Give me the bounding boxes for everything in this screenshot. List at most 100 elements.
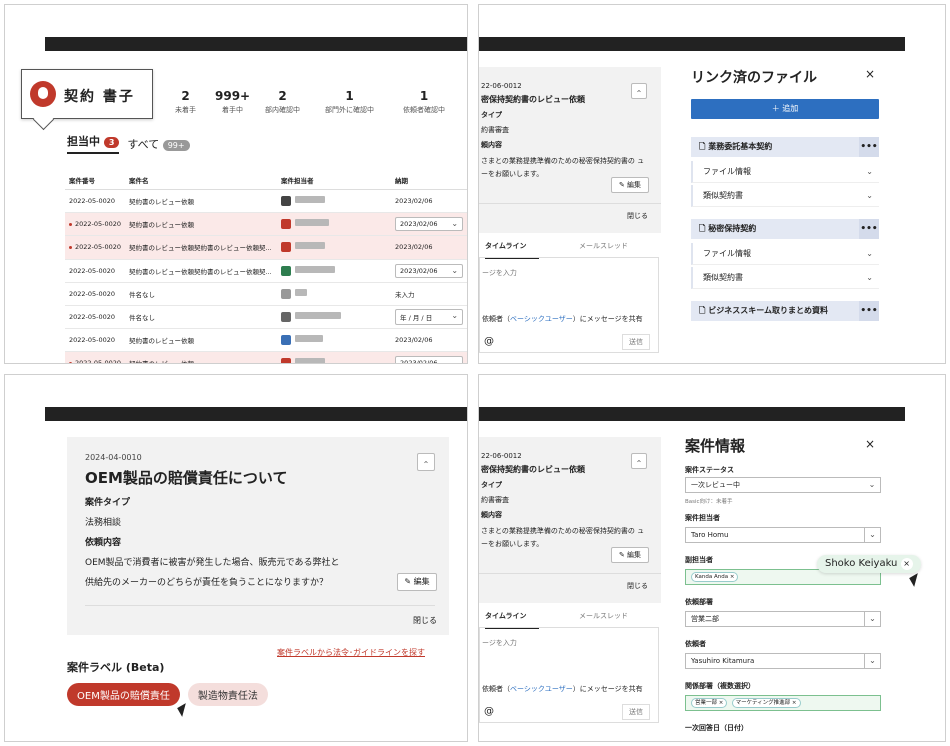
label-chip[interactable]: 製造物責任法 [187, 683, 268, 706]
dept-chip[interactable]: 営業一部 × [691, 698, 728, 708]
remove-icon[interactable]: × [719, 700, 724, 706]
dept-select[interactable]: 営業二部 ⌄ [685, 611, 881, 627]
due-date-picker[interactable]: 2023/02/06 ⌄ [395, 217, 464, 232]
more-menu-icon[interactable]: ••• [859, 301, 879, 321]
similar-contracts-item[interactable]: 類似契約書 ⌄ [691, 267, 879, 289]
stat-internal-review[interactable]: 2 部内確認中 [265, 89, 300, 115]
table-header: 案件番号 案件名 案件担当者 納期 [65, 171, 467, 190]
case-name-cell[interactable]: 契約書のレビュー依頼 [125, 212, 278, 237]
status-select[interactable]: 一次レビュー中 ⌄ [685, 477, 881, 493]
basic-user-link[interactable]: ベーシックユーザー [510, 685, 573, 693]
table-row[interactable]: 2022-05-0020 件名なし 未入力 [65, 282, 467, 306]
file-info-item[interactable]: ファイル情報 ⌄ [691, 161, 879, 183]
tab-mail-thread[interactable]: メールスレッド [579, 241, 628, 251]
add-file-button[interactable]: ＋ 追加 [691, 99, 879, 119]
requester-select[interactable]: Yasuhiro Kitamura ⌄ [685, 653, 881, 669]
dragging-user-chip[interactable]: Shoko Keiyaku × [817, 555, 921, 573]
case-name-cell[interactable]: 件名なし [125, 305, 278, 330]
assignee-cell[interactable] [277, 305, 392, 330]
related-dept-field[interactable]: 営業一部 × マーケティング推進部 × [685, 695, 881, 711]
table-row[interactable]: 2022-05-0020契約書のレビュー依頼 2023/02/06 ⌄ [65, 351, 467, 363]
file-group-header[interactable]: 🗋 ビジネススキーム取りまとめ資料 ••• [691, 301, 879, 321]
more-menu-icon[interactable]: ••• [859, 137, 879, 157]
mention-icon[interactable]: @ [484, 336, 494, 347]
due-cell[interactable]: 2023/02/06 ⌄ [391, 351, 467, 363]
send-button[interactable]: 送信 [622, 704, 650, 720]
due-date-picker[interactable]: 2023/02/06 ⌄ [395, 356, 464, 363]
collapse-button[interactable]: ⌃ [631, 453, 647, 469]
due-date-picker[interactable]: 年 / 月 / 日 ⌄ [395, 309, 464, 326]
tab-all[interactable]: すべて 99+ [127, 136, 190, 152]
stat-in-progress[interactable]: 999+ 着手中 [215, 89, 250, 115]
tab-mail-thread[interactable]: メールスレッド [579, 611, 628, 621]
message-input[interactable]: ージを入力 依頼者（ベーシックユーザー）にメッセージを共有 @ 送信 [479, 257, 659, 353]
table-row[interactable]: 2022-05-0020 契約書のレビュー依頼 2023/02/06 [65, 328, 467, 353]
send-button[interactable]: 送信 [622, 334, 650, 350]
assignee-cell[interactable] [277, 212, 392, 237]
owner-value: Taro Homu [691, 531, 729, 539]
collapse-button[interactable]: ⌃ [417, 453, 435, 471]
owner-select[interactable]: Taro Homu ⌄ [685, 527, 881, 543]
edit-button[interactable]: ✎ 編集 [611, 547, 649, 563]
tab-assigned[interactable]: 担当中 3 [67, 133, 120, 154]
close-link[interactable]: 閉じる [413, 615, 437, 626]
due-date-picker[interactable]: 2023/02/06 ⌄ [395, 263, 464, 278]
table-row[interactable]: 2022-05-0020 件名なし 年 / 月 / 日 ⌄ [65, 305, 467, 330]
stat-external-review[interactable]: 1 部門外に確認中 [325, 89, 374, 115]
case-name-cell[interactable]: 契約書のレビュー依頼 [125, 328, 278, 353]
linked-files-panel: 22-06-0012 密保持契約書のレビュー依頼 タイプ 約書審査 頼内容 さま… [478, 4, 946, 364]
due-cell[interactable]: 2023/02/06 ⌄ [391, 212, 467, 237]
column-header[interactable]: 案件担当者 [277, 171, 392, 190]
basic-user-link[interactable]: ベーシックユーザー [510, 315, 573, 323]
remove-icon[interactable]: × [730, 574, 735, 580]
case-id-cell: 2022-05-0020 [65, 305, 126, 330]
edit-button[interactable]: ✎ 編集 [397, 573, 437, 591]
stat-not-started[interactable]: 2 未着手 [175, 89, 196, 115]
assignee-cell[interactable] [277, 328, 392, 353]
stat-requester-review[interactable]: 1 依頼者確認中 [403, 89, 445, 115]
assignee-cell[interactable] [277, 235, 392, 260]
close-icon[interactable]: × [865, 67, 875, 81]
due-cell[interactable]: 2023/02/06 ⌄ [391, 259, 467, 283]
mention-icon[interactable]: @ [484, 706, 494, 717]
similar-contracts-item[interactable]: 類似契約書 ⌄ [691, 185, 879, 207]
assignee-cell[interactable] [277, 282, 392, 306]
column-header[interactable]: 納期 [391, 171, 467, 190]
case-name-cell[interactable]: 契約書のレビュー依頼契約書のレビュー依頼契... [125, 259, 278, 283]
guideline-search-link[interactable]: 案件ラベルから法令･ガイドラインを探す [277, 647, 425, 658]
column-header[interactable]: 案件名 [125, 171, 278, 190]
case-name-cell[interactable]: 契約書のレビュー依頼契約書のレビュー依頼契... [125, 235, 278, 260]
assignee-cell[interactable] [277, 259, 392, 283]
table-row[interactable]: 2022-05-0020契約書のレビュー依頼 2023/02/06 ⌄ [65, 212, 467, 237]
assignee-cell[interactable] [277, 189, 392, 214]
column-header[interactable]: 案件番号 [65, 171, 126, 190]
table-row[interactable]: 2022-05-0020 契約書のレビュー依頼契約書のレビュー依頼契... 2023… [65, 235, 467, 260]
file-group-header[interactable]: 🗋 業務委託基本契約 ••• [691, 137, 879, 157]
more-menu-icon[interactable]: ••• [859, 219, 879, 239]
close-icon[interactable]: × [865, 437, 875, 451]
dept-chip[interactable]: マーケティング推進部 × [731, 698, 801, 708]
case-detail-card: 2024-04-0010 OEM製品の賠償責任について 案件タイプ 法務相談 依… [67, 437, 449, 635]
stat-value: 1 [345, 89, 354, 103]
label-chip[interactable]: OEM製品の賠償責任 [67, 683, 180, 706]
case-name-cell[interactable]: 件名なし [125, 282, 278, 306]
assignee-cell[interactable] [277, 351, 392, 363]
case-name-cell[interactable]: 契約書のレビュー依頼 [125, 351, 278, 363]
close-link[interactable]: 閉じる [627, 581, 648, 591]
remove-icon[interactable]: × [900, 558, 913, 570]
table-row[interactable]: 2022-05-0020 契約書のレビュー依頼契約書のレビュー依頼契... 2023… [65, 259, 467, 283]
user-chip[interactable]: Kanda Anda × [691, 572, 739, 582]
collapse-button[interactable]: ⌃ [631, 83, 647, 99]
remove-icon[interactable]: × [792, 700, 797, 706]
edit-button[interactable]: ✎ 編集 [611, 177, 649, 193]
blurred-assignee-name [295, 242, 326, 250]
stat-label: 部内確認中 [265, 106, 300, 114]
case-name-cell[interactable]: 契約書のレビュー依頼 [125, 189, 278, 214]
divider [479, 573, 661, 574]
close-link[interactable]: 閉じる [627, 211, 648, 221]
file-info-item[interactable]: ファイル情報 ⌄ [691, 243, 879, 265]
file-group-header[interactable]: 🗋 秘密保持契約 ••• [691, 219, 879, 239]
due-cell[interactable]: 年 / 月 / 日 ⌄ [391, 305, 467, 330]
message-input[interactable]: ージを入力 依頼者（ベーシックユーザー）にメッセージを共有 @ 送信 [479, 627, 659, 723]
table-row[interactable]: 2022-05-0020 契約書のレビュー依頼 2023/02/06 [65, 189, 467, 214]
